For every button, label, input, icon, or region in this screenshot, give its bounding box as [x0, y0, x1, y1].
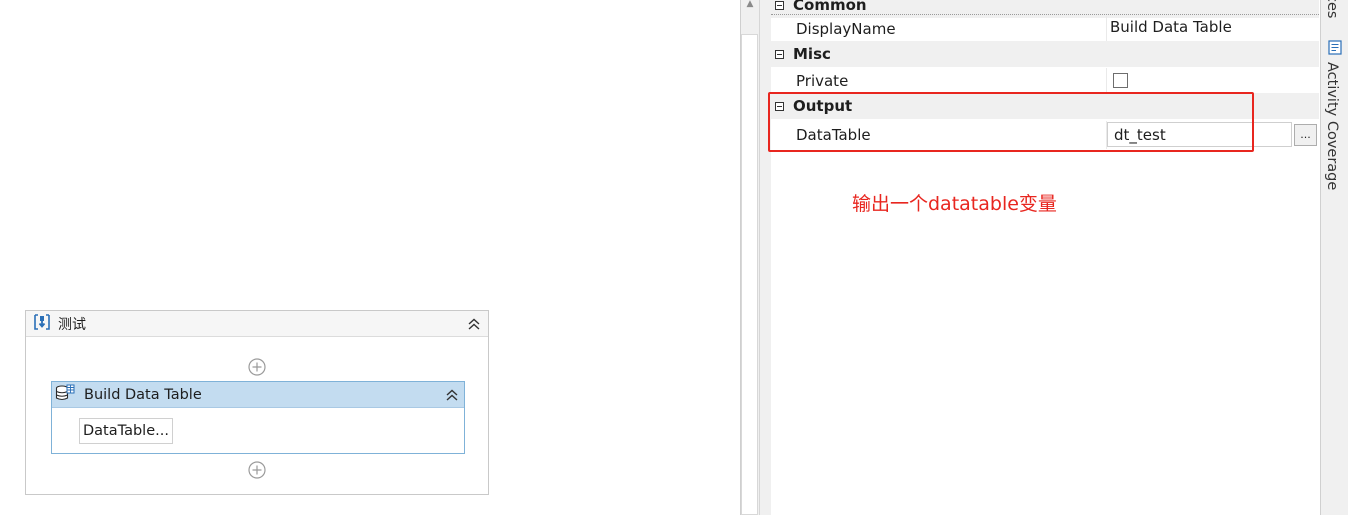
category-output-label: Output	[793, 97, 853, 115]
activity-header: Build Data Table	[52, 382, 464, 408]
sequence-title: 测试	[58, 316, 86, 333]
annotation-text: 输出一个datatable变量	[852, 193, 1057, 215]
collapse-sequence-icon[interactable]	[466, 316, 482, 332]
property-name-displayname: DisplayName	[796, 20, 896, 38]
activity-title: Build Data Table	[84, 386, 202, 403]
side-panel-tabs: ces Activity Coverage	[1320, 0, 1348, 515]
add-activity-top-icon[interactable]	[248, 358, 266, 376]
datatable-ellipsis-button[interactable]: ...	[1294, 124, 1317, 146]
designer-scrollbar[interactable]: ▲	[740, 0, 759, 515]
value-column-divider	[1106, 16, 1107, 42]
datatable-value-input[interactable]	[1107, 122, 1292, 147]
category-divider	[771, 14, 1319, 15]
datatable-button[interactable]: DataTable...	[79, 418, 173, 444]
property-name-datatable: DataTable	[796, 126, 871, 144]
collapse-misc-icon[interactable]	[775, 49, 784, 59]
category-misc-label: Misc	[793, 45, 831, 63]
sequence-icon	[32, 312, 52, 336]
private-checkbox[interactable]	[1113, 73, 1128, 88]
property-row-displayname[interactable]: DisplayName Build Data Table	[771, 16, 1319, 42]
scroll-up-icon[interactable]: ▲	[741, 0, 759, 10]
category-misc[interactable]: Misc	[771, 41, 1319, 67]
activity-coverage-icon	[1328, 40, 1343, 60]
category-common-label: Common	[793, 0, 867, 14]
property-grid: Common DisplayName Build Data Table Misc…	[759, 0, 1320, 515]
scrollbar-thumb[interactable]	[741, 34, 758, 515]
collapse-common-icon[interactable]	[775, 0, 784, 10]
property-grid-gutter	[760, 0, 771, 515]
property-row-private[interactable]: Private	[771, 68, 1319, 94]
build-data-table-activity[interactable]: Build Data Table DataTable...	[51, 381, 465, 454]
collapse-output-icon[interactable]	[775, 101, 784, 111]
tab-resources-partial[interactable]: ces	[1324, 0, 1340, 18]
data-table-icon	[54, 382, 76, 408]
category-output[interactable]: Output	[771, 93, 1319, 119]
property-row-datatable[interactable]: DataTable ...	[771, 121, 1319, 149]
collapse-activity-icon[interactable]	[444, 387, 460, 403]
sequence-container[interactable]: 测试 Build Data Table DataTable...	[25, 310, 489, 495]
add-activity-bottom-icon[interactable]	[248, 461, 266, 479]
displayname-value[interactable]: Build Data Table	[1110, 18, 1232, 36]
value-column-divider	[1106, 68, 1107, 94]
property-name-private: Private	[796, 72, 849, 90]
sequence-header: 测试	[26, 311, 488, 337]
tab-activity-coverage[interactable]: Activity Coverage	[1324, 62, 1340, 190]
